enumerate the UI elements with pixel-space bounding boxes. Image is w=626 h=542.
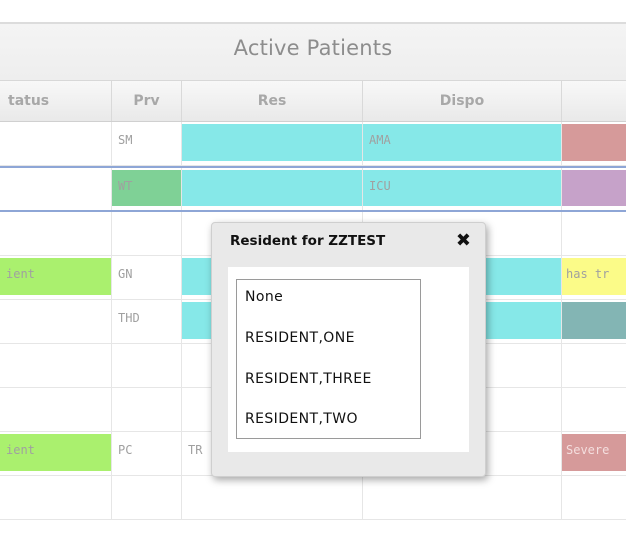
listbox-option-resident-two[interactable]: RESIDENT,TWO — [245, 411, 358, 427]
dispo-cell[interactable]: ICU — [363, 168, 562, 210]
status-cell — [0, 212, 112, 255]
table-row[interactable] — [0, 476, 626, 520]
table-row-selected[interactable]: WT ICU — [0, 166, 626, 212]
resident-listbox[interactable]: None RESIDENT,ONE RESIDENT,THREE RESIDEN… — [236, 279, 421, 439]
dispo-cell[interactable] — [363, 476, 562, 519]
listbox-option-none[interactable]: None — [245, 289, 283, 305]
prv-cell[interactable]: GN — [112, 256, 182, 299]
status-cell — [0, 388, 112, 431]
status-cell: ient — [0, 256, 112, 299]
status-cell: ient — [0, 432, 112, 475]
table-row[interactable]: SM AMA — [0, 122, 626, 166]
extra-cell — [562, 344, 626, 387]
extra-cell — [562, 476, 626, 519]
prv-cell[interactable] — [112, 476, 182, 519]
extra-cell — [562, 168, 626, 210]
dialog-title: Resident for ZZTEST — [230, 233, 386, 249]
status-cell — [0, 168, 112, 210]
extra-cell: has tr — [562, 256, 626, 299]
column-header-status[interactable]: tatus — [0, 81, 112, 121]
prv-cell[interactable] — [112, 388, 182, 431]
prv-cell[interactable] — [112, 344, 182, 387]
close-icon[interactable]: ✖ — [456, 230, 471, 251]
column-header-row: tatus Prv Res Dispo — [0, 80, 626, 122]
page-title: Active Patients — [233, 36, 393, 60]
column-header-prv[interactable]: Prv — [112, 81, 182, 121]
res-cell[interactable] — [182, 122, 363, 165]
res-cell[interactable] — [182, 476, 363, 519]
status-cell — [0, 122, 112, 165]
column-header-extra[interactable] — [562, 81, 626, 121]
extra-cell — [562, 122, 626, 165]
extra-cell — [562, 212, 626, 255]
listbox-option-resident-one[interactable]: RESIDENT,ONE — [245, 330, 355, 346]
status-cell — [0, 476, 112, 519]
extra-cell — [562, 300, 626, 343]
extra-cell: Severe — [562, 432, 626, 475]
dispo-cell[interactable]: AMA — [363, 122, 562, 165]
prv-cell[interactable] — [112, 212, 182, 255]
extra-cell — [562, 388, 626, 431]
prv-cell[interactable]: THD — [112, 300, 182, 343]
prv-cell[interactable]: SM — [112, 122, 182, 165]
status-cell — [0, 344, 112, 387]
column-header-res[interactable]: Res — [182, 81, 363, 121]
top-strip — [0, 0, 626, 22]
listbox-option-resident-three[interactable]: RESIDENT,THREE — [245, 371, 372, 387]
status-cell — [0, 300, 112, 343]
prv-cell[interactable]: PC — [112, 432, 182, 475]
res-cell[interactable] — [182, 168, 363, 210]
resident-picker-dialog: Resident for ZZTEST ✖ None RESIDENT,ONE … — [211, 222, 486, 477]
column-header-dispo[interactable]: Dispo — [363, 81, 562, 121]
dialog-body: None RESIDENT,ONE RESIDENT,THREE RESIDEN… — [228, 267, 469, 452]
prv-cell[interactable]: WT — [112, 168, 182, 210]
grid-title-bar: Active Patients — [0, 22, 626, 80]
